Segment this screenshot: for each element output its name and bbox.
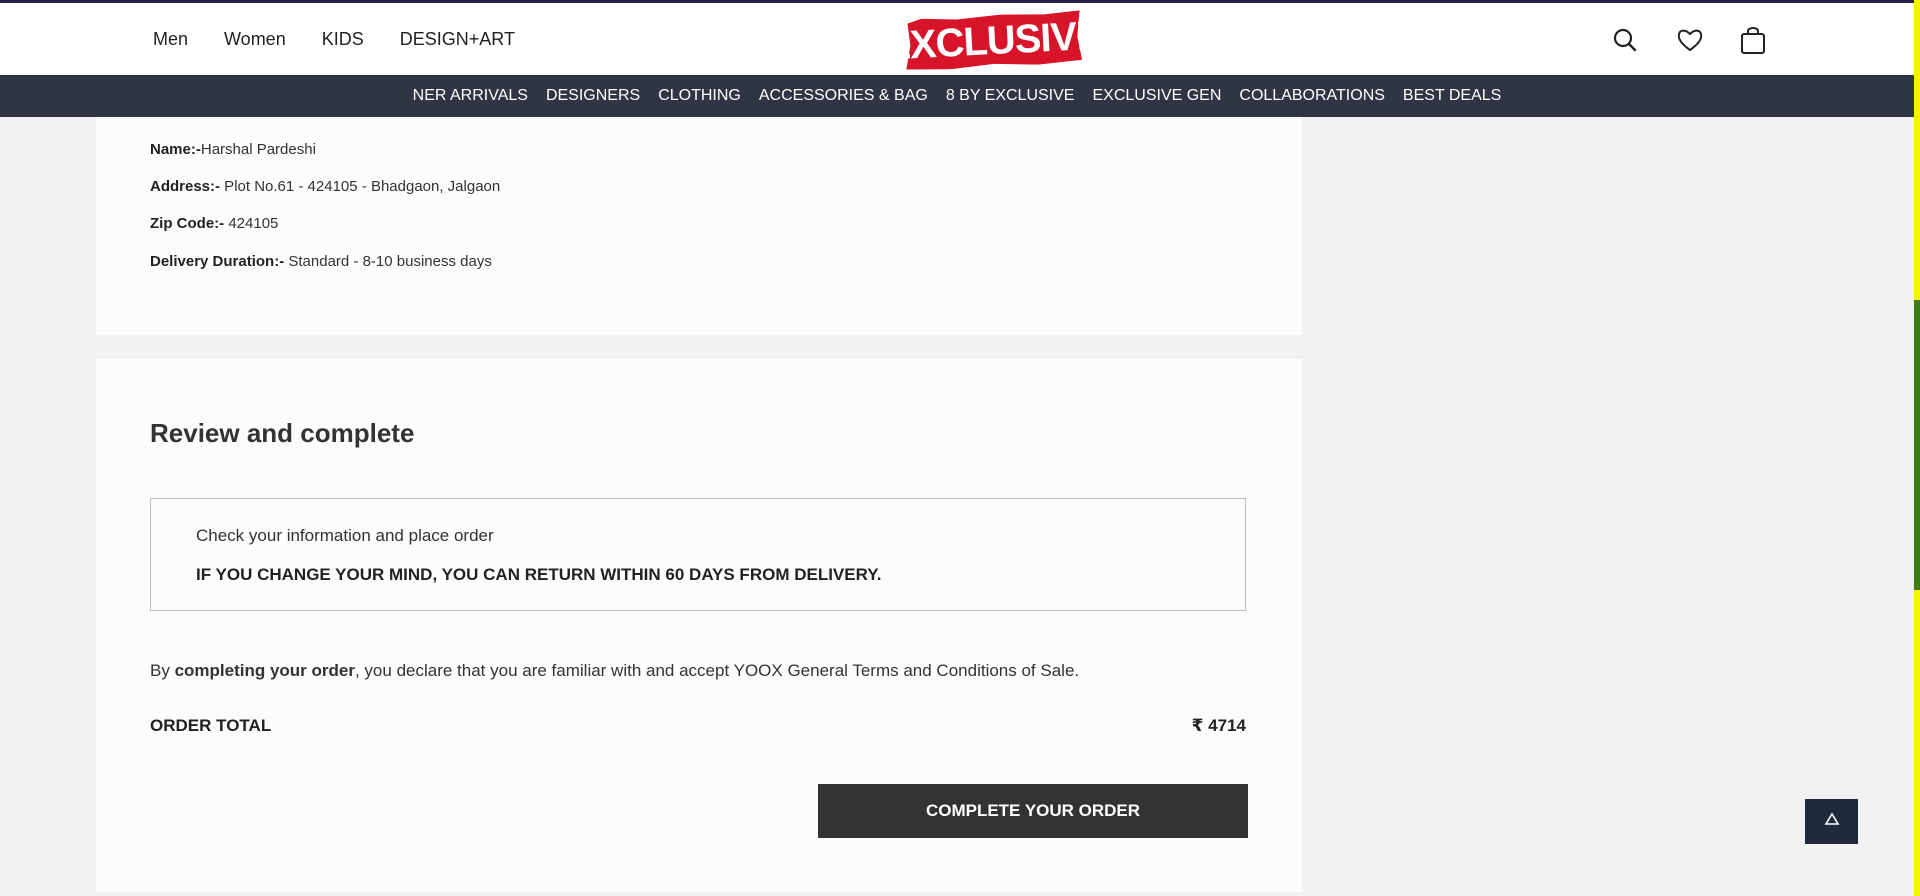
return-policy-text: IF YOU CHANGE YOUR MIND, YOU CAN RETURN …: [196, 565, 882, 584]
back-to-top-button[interactable]: [1805, 799, 1858, 844]
review-panel: Review and complete Check your informati…: [96, 359, 1302, 892]
category-designers[interactable]: DESIGNERS: [546, 87, 640, 105]
header-actions: [1612, 25, 1766, 55]
shopping-bag-icon[interactable]: [1740, 25, 1766, 55]
category-collaborations[interactable]: COLLABORATIONS: [1239, 87, 1385, 105]
info-box: Check your information and place order I…: [150, 498, 1246, 611]
billing-delivery: Delivery Duration:- Standard - 8-10 busi…: [150, 253, 492, 270]
billing-address-panel: Name:-Harshal Pardeshi Address:- Plot No…: [96, 117, 1302, 335]
triangle-up-icon: [1824, 812, 1840, 831]
terms-suffix: , you declare that you are familiar with…: [354, 661, 1080, 680]
exclusive-logo[interactable]: EXCLUSIVE: [904, 10, 1082, 71]
name-value: Harshal Pardeshi: [200, 141, 316, 158]
search-icon[interactable]: [1612, 25, 1638, 55]
heart-icon[interactable]: [1676, 25, 1703, 55]
delivery-value: Standard - 8-10 business days: [284, 253, 492, 270]
zip-label: Zip Code:-: [150, 215, 225, 232]
order-total-value: ₹ 4714: [1191, 716, 1246, 735]
main-nav: Men Women KIDS DESIGN+ART: [153, 29, 515, 50]
category-best-deals[interactable]: BEST DEALS: [1403, 87, 1501, 105]
top-header: Men Women KIDS DESIGN+ART EXCLUSIVE: [0, 0, 1914, 75]
terms-bold: completing your order: [174, 661, 355, 680]
complete-order-button[interactable]: COMPLETE YOUR ORDER: [818, 784, 1248, 838]
logo-text: EXCLUSIVE: [883, 12, 1103, 69]
delivery-label: Delivery Duration:-: [150, 253, 285, 270]
scroll-thumb[interactable]: [1914, 300, 1920, 590]
address-value: Plot No.61 - 424105 - Bhadgaon, Jalgaon: [220, 178, 501, 195]
billing-name: Name:-Harshal Pardeshi: [150, 141, 316, 158]
name-label: Name:-: [150, 141, 201, 158]
zip-value: 424105: [224, 215, 279, 232]
nav-design-art[interactable]: DESIGN+ART: [400, 29, 515, 50]
nav-men[interactable]: Men: [153, 29, 188, 50]
nav-kids[interactable]: KIDS: [322, 29, 364, 50]
nav-women[interactable]: Women: [224, 29, 286, 50]
order-total-label: ORDER TOTAL: [150, 716, 272, 735]
category-8-by-exclusive[interactable]: 8 BY EXCLUSIVE: [946, 87, 1075, 105]
terms-text: By completing your order, you declare th…: [150, 661, 1079, 681]
category-bar: NER ARRIVALS DESIGNERS CLOTHING ACCESSOR…: [0, 75, 1914, 117]
billing-address: Address:- Plot No.61 - 424105 - Bhadgaon…: [150, 178, 500, 195]
address-label: Address:-: [150, 178, 221, 195]
billing-zip: Zip Code:- 424105: [150, 215, 278, 232]
category-clothing[interactable]: CLOTHING: [658, 87, 741, 105]
terms-prefix: By: [150, 661, 175, 680]
check-info-text: Check your information and place order: [196, 526, 494, 545]
category-accessories-bag[interactable]: ACCESSORIES & BAG: [759, 87, 928, 105]
category-new-arrivals[interactable]: NER ARRIVALS: [413, 87, 528, 105]
review-title: Review and complete: [150, 418, 415, 448]
category-exclusive-gen[interactable]: EXCLUSIVE GEN: [1092, 87, 1221, 105]
